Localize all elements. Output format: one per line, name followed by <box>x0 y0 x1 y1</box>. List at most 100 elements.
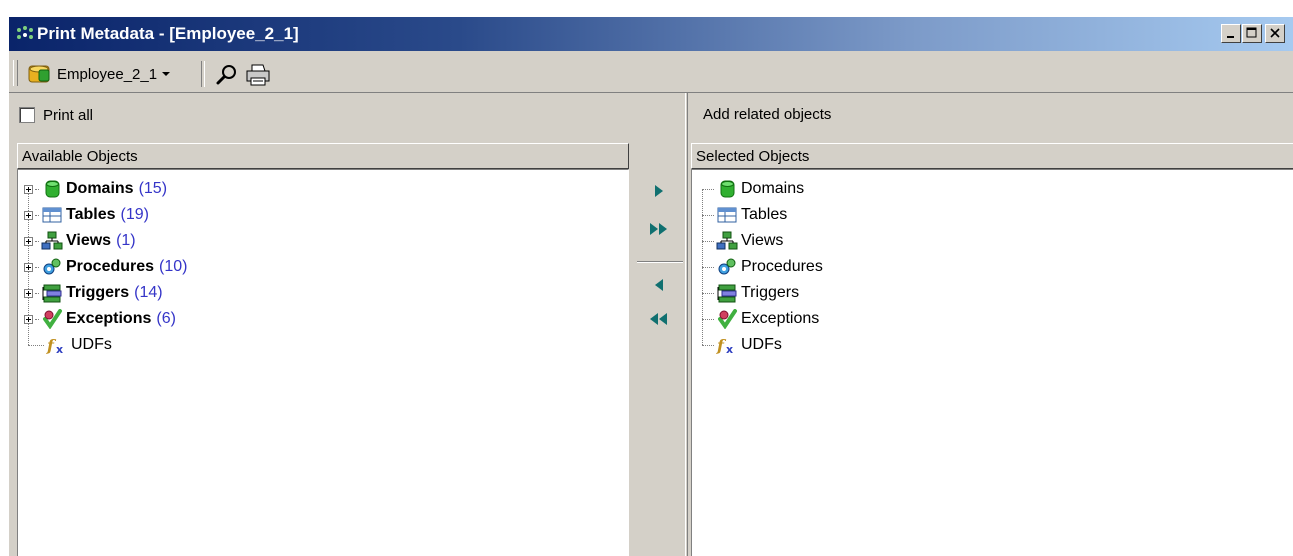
tree-item-tables[interactable]: Tables (19) <box>24 202 149 228</box>
add-related-objects[interactable]: Add related objects <box>703 103 831 127</box>
udf-icon: fx <box>716 336 733 355</box>
expand-icon[interactable] <box>24 236 33 246</box>
tree-item-label: Domains <box>741 180 805 197</box>
tree-item-tables[interactable]: Tables <box>698 202 787 228</box>
dropdown-arrow-icon[interactable] <box>161 69 171 79</box>
tree-connector <box>35 214 39 216</box>
tree-item-label: Triggers <box>741 284 800 301</box>
tree-item-label: Procedures <box>741 258 823 275</box>
tree-item-count: (15) <box>138 180 168 197</box>
maximize-icon <box>1246 27 1257 38</box>
left-splitter <box>629 93 631 556</box>
maximize-button[interactable] <box>1242 24 1262 43</box>
tree-item-count: (6) <box>156 310 176 327</box>
tree-item-triggers[interactable]: Triggers (14) <box>24 280 163 306</box>
app-icon <box>17 26 33 39</box>
tree-item-label: Views <box>741 232 784 249</box>
title-bar[interactable]: Print Metadata - [Employee_2_1] <box>9 17 1293 51</box>
tree-item-triggers[interactable]: Triggers <box>698 280 799 306</box>
minimize-button[interactable] <box>1221 24 1241 43</box>
tree-connector <box>35 240 39 242</box>
tree-item-exceptions[interactable]: Exceptions <box>698 306 819 332</box>
expand-icon[interactable] <box>24 314 33 324</box>
tree-connector <box>702 188 714 190</box>
add-icon <box>655 185 663 197</box>
tree-item-procedures[interactable]: Procedures (10) <box>24 254 188 280</box>
toolbar: Employee_2_1 <box>9 55 1293 93</box>
tree-connector <box>35 188 39 190</box>
tree-item-procedures[interactable]: Procedures <box>698 254 823 280</box>
selected-objects-header: Selected Objects <box>691 143 1293 169</box>
tree-item-domains[interactable]: Domains (15) <box>24 176 167 202</box>
add-selected-button[interactable] <box>647 179 671 203</box>
tree-item-exceptions[interactable]: Exceptions (6) <box>24 306 176 332</box>
print-all-option[interactable]: Print all <box>19 103 93 127</box>
domain-icon <box>45 180 60 198</box>
tree-item-label: Domains <box>66 180 134 197</box>
right-splitter[interactable] <box>685 93 688 556</box>
tree-connector <box>702 318 714 320</box>
tree-item-domains[interactable]: Domains <box>698 176 804 202</box>
remove-icon <box>655 279 663 291</box>
tree-item-count: (10) <box>159 258 188 275</box>
tree-item-label: Exceptions <box>66 310 152 327</box>
tree-item-count: (19) <box>120 206 149 223</box>
tree-item-label: Exceptions <box>741 310 820 327</box>
tree-connector <box>35 266 39 268</box>
window-title: Print Metadata - [Employee_2_1] <box>37 24 299 43</box>
close-icon <box>1270 28 1280 38</box>
available-objects-tree[interactable]: Domains (15) Tables (19) Views (1) Procedures(… <box>17 169 629 556</box>
trigger-icon <box>42 284 62 303</box>
tree-item-udfs[interactable]: f x UDFs <box>24 332 112 358</box>
tree-item-label: Views <box>66 232 112 249</box>
tree-item-count: (1) <box>116 232 136 249</box>
tree-connector <box>702 214 714 216</box>
tree-item-label: Procedures <box>66 258 155 275</box>
svg-text:x: x <box>726 343 733 355</box>
tree-connector <box>702 266 714 268</box>
exception-icon <box>43 309 62 329</box>
print-metadata-window: Print Metadata - [Employee_2_1] Employee… <box>8 16 1293 556</box>
tree-item-label: UDFs <box>741 336 782 353</box>
tree-connector <box>28 344 44 346</box>
printer-icon[interactable] <box>245 63 271 87</box>
database-selector[interactable]: Employee_2_1 <box>27 61 171 87</box>
toolbar-separator <box>201 61 205 87</box>
find-icon[interactable] <box>215 63 239 87</box>
trigger-icon <box>717 284 737 303</box>
tree-item-label: Tables <box>66 206 116 223</box>
print-all-checkbox[interactable] <box>19 107 35 123</box>
available-objects-header: Available Objects <box>17 143 629 169</box>
tree-item-udfs[interactable]: f x UDFs <box>698 332 782 358</box>
database-icon <box>28 65 50 83</box>
domain-icon <box>720 180 735 198</box>
svg-text:x: x <box>56 343 63 355</box>
table-icon <box>717 207 737 223</box>
tree-connector <box>35 292 39 294</box>
tree-item-count: (14) <box>134 284 163 301</box>
add-all-icon <box>650 223 667 235</box>
tree-item-views[interactable]: Views <box>698 228 783 254</box>
tree-item-views[interactable]: Views (1) <box>24 228 136 254</box>
tree-item-label: Triggers <box>66 284 130 301</box>
table-icon <box>42 207 62 223</box>
view-icon <box>41 231 63 250</box>
tree-connector <box>702 240 714 242</box>
tree-item-label: UDFs <box>71 336 112 353</box>
print-all-label: Print all <box>43 106 94 124</box>
expand-icon[interactable] <box>24 288 33 298</box>
expand-icon[interactable] <box>24 184 33 194</box>
toolbar-grip[interactable] <box>13 60 18 86</box>
minimize-icon <box>1227 36 1234 38</box>
selected-objects-tree[interactable]: Domains Tables Views Procedures Triggers Exce… <box>691 169 1293 556</box>
expand-icon[interactable] <box>24 262 33 272</box>
procedure-icon <box>43 258 61 275</box>
tree-connector <box>35 318 39 320</box>
expand-icon[interactable] <box>24 210 33 220</box>
remove-all-button[interactable] <box>647 307 671 331</box>
close-button[interactable] <box>1265 24 1285 43</box>
procedure-icon <box>718 258 736 275</box>
remove-selected-button[interactable] <box>647 273 671 297</box>
add-all-button[interactable] <box>647 217 671 241</box>
exception-icon <box>718 309 737 329</box>
